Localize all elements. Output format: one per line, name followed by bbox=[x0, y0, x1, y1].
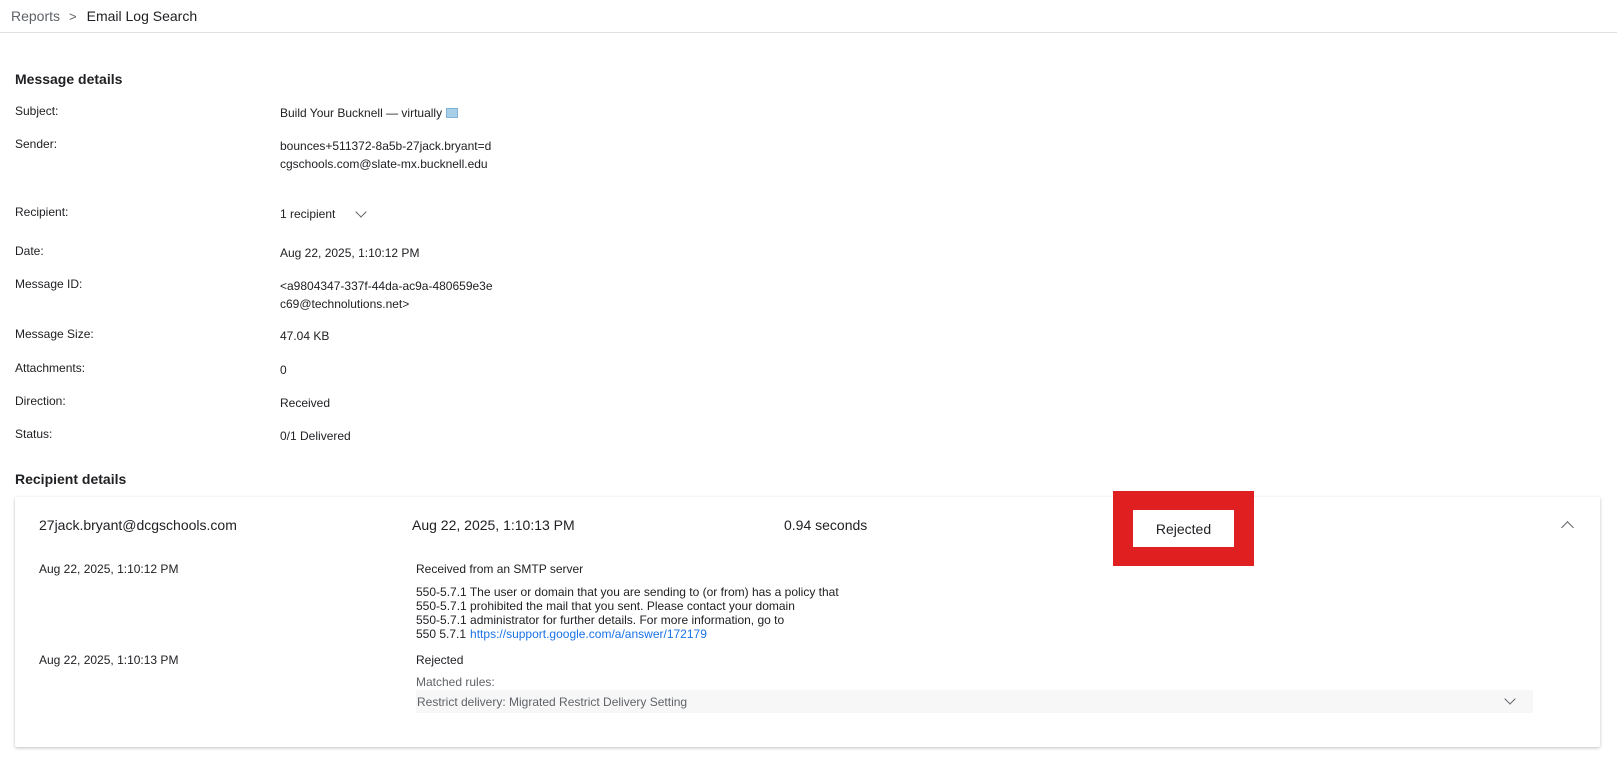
date-label: Date: bbox=[15, 244, 44, 258]
event-body: Rejected Matched rules: bbox=[416, 653, 495, 689]
event-time: Aug 22, 2025, 1:10:13 PM bbox=[39, 653, 179, 667]
status-badge: Rejected bbox=[1133, 510, 1234, 547]
recipient-card: 27jack.bryant@dcgschools.com Aug 22, 202… bbox=[15, 491, 1600, 747]
status-row: Status: 0/1 Delivered bbox=[15, 427, 915, 445]
subject-value-wrap: Build Your Bucknell — virtually bbox=[280, 104, 459, 122]
recipient-count: 1 recipient bbox=[280, 207, 336, 221]
status-highlight-box: Rejected bbox=[1113, 491, 1254, 566]
attachments-row: Attachments: 0 bbox=[15, 361, 915, 379]
recipient-card-header[interactable]: 27jack.bryant@dcgschools.com Aug 22, 202… bbox=[15, 491, 1600, 566]
sender-row: Sender: bounces+511372-8a5b-27jack.bryan… bbox=[15, 137, 915, 173]
message-size-value: 47.04 KB bbox=[280, 329, 330, 343]
smtp-code: 550 5.7.1 bbox=[416, 627, 467, 641]
message-details-heading: Message details bbox=[15, 71, 123, 87]
breadcrumb-separator: > bbox=[69, 8, 77, 24]
subject-label: Subject: bbox=[15, 104, 59, 118]
sender-value: bounces+511372-8a5b-27jack.bryant=dcgsch… bbox=[280, 139, 492, 171]
subject-value: Build Your Bucknell — virtually bbox=[280, 106, 443, 120]
attachments-label: Attachments: bbox=[15, 361, 86, 375]
event-title: Received from an SMTP server bbox=[416, 562, 584, 576]
status-label: Status: bbox=[15, 427, 53, 441]
direction-label: Direction: bbox=[15, 394, 66, 408]
event-body: Received from an SMTP server 550-5.7.1 T… bbox=[416, 562, 839, 641]
laptop-emoji-icon bbox=[446, 108, 459, 118]
message-size-row: Message Size: 47.04 KB bbox=[15, 327, 915, 345]
message-id-label: Message ID: bbox=[15, 277, 83, 291]
date-row: Date: Aug 22, 2025, 1:10:12 PM bbox=[15, 244, 915, 262]
support-link[interactable]: https://support.google.com/a/answer/1721… bbox=[470, 627, 707, 641]
direction-row: Direction: Received bbox=[15, 394, 915, 412]
subject-row: Subject: Build Your Bucknell — virtually bbox=[15, 104, 915, 122]
page-title: Email Log Search bbox=[86, 8, 198, 24]
recipient-details-heading: Recipient details bbox=[15, 471, 127, 487]
recipient-dropdown[interactable]: 1 recipient bbox=[280, 205, 368, 223]
smtp-line: 550-5.7.1 prohibited the mail that you s… bbox=[416, 599, 795, 613]
recipient-row: Recipient: 1 recipient bbox=[15, 205, 915, 223]
recipient-label: Recipient: bbox=[15, 205, 69, 219]
event-time: Aug 22, 2025, 1:10:12 PM bbox=[39, 562, 179, 576]
direction-value: Received bbox=[280, 396, 331, 410]
breadcrumb: Reports > Email Log Search bbox=[0, 0, 1617, 33]
message-size-label: Message Size: bbox=[15, 327, 94, 341]
recipient-email: 27jack.bryant@dcgschools.com bbox=[39, 517, 237, 533]
breadcrumb-reports-link[interactable]: Reports bbox=[11, 8, 60, 24]
recipient-date: Aug 22, 2025, 1:10:13 PM bbox=[412, 517, 575, 533]
attachments-value: 0 bbox=[280, 363, 287, 377]
chevron-down-icon[interactable] bbox=[355, 206, 368, 218]
matched-rule-text: Restrict delivery: Migrated Restrict Del… bbox=[417, 694, 688, 709]
status-value: 0/1 Delivered bbox=[280, 429, 351, 443]
matched-rule-expander[interactable]: Restrict delivery: Migrated Restrict Del… bbox=[416, 690, 1533, 713]
smtp-response: 550-5.7.1 The user or domain that you ar… bbox=[416, 585, 839, 641]
smtp-line: 550-5.7.1 The user or domain that you ar… bbox=[416, 585, 839, 599]
sender-label: Sender: bbox=[15, 137, 58, 151]
recipient-duration: 0.94 seconds bbox=[784, 517, 868, 533]
matched-rules-label: Matched rules: bbox=[416, 675, 495, 689]
event-title: Rejected bbox=[416, 653, 464, 667]
smtp-line-last: 550 5.7.1 https://support.google.com/a/an… bbox=[416, 627, 839, 641]
message-id-value: <a9804347-337f-44da-ac9a-480659e3ec69@te… bbox=[280, 279, 493, 311]
date-value: Aug 22, 2025, 1:10:12 PM bbox=[280, 246, 420, 260]
chevron-up-icon[interactable] bbox=[1561, 521, 1574, 534]
message-id-row: Message ID: <a9804347-337f-44da-ac9a-480… bbox=[15, 277, 915, 313]
smtp-line: 550-5.7.1 administrator for further deta… bbox=[416, 613, 785, 627]
chevron-down-icon[interactable] bbox=[1504, 693, 1516, 705]
